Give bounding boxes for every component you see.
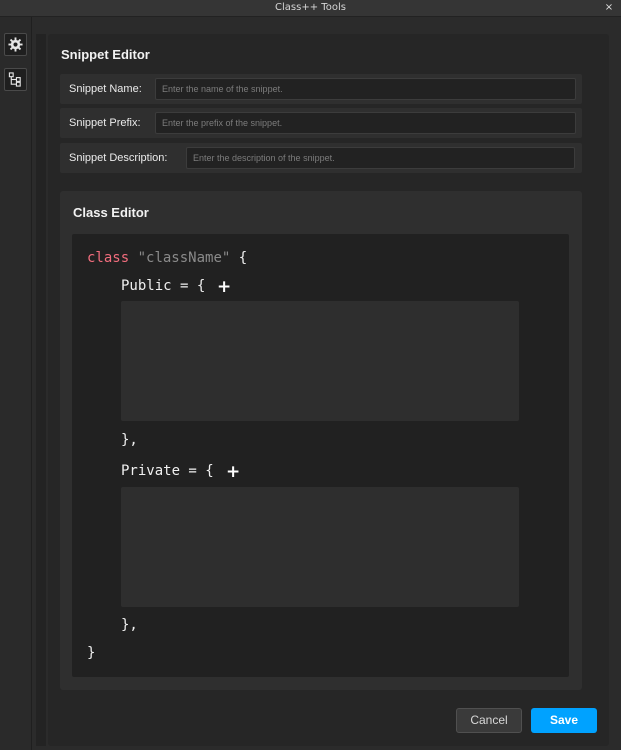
class-name-field[interactable]: "className" (138, 250, 231, 266)
snippet-description-row: Snippet Description: Enter the descripti… (60, 143, 582, 173)
snippet-name-row: Snippet Name: Enter the name of the snip… (60, 74, 582, 104)
snippet-prefix-input[interactable]: Enter the prefix of the snippet. (155, 112, 576, 134)
settings-button[interactable] (4, 33, 27, 56)
class-tree-button[interactable] (4, 68, 27, 91)
class-close-brace: } (87, 645, 96, 661)
add-private-member-button[interactable]: + (226, 464, 240, 481)
cancel-button[interactable]: Cancel (456, 708, 522, 733)
private-close-brace: }, (121, 617, 138, 633)
window-title: Class++ Tools (275, 2, 346, 13)
private-members-list (121, 487, 519, 607)
snippet-editor-heading: Snippet Editor (61, 47, 150, 62)
public-close-brace: }, (121, 432, 138, 448)
panel-divider (36, 34, 46, 746)
public-members-list (121, 301, 519, 421)
add-public-member-button[interactable]: + (217, 279, 231, 296)
snippet-name-label: Snippet Name: (69, 83, 142, 95)
snippet-description-label: Snippet Description: (69, 152, 168, 164)
save-button[interactable]: Save (531, 708, 597, 733)
gear-icon (8, 37, 23, 52)
public-label: Public = { (121, 278, 206, 294)
title-bar: Class++ Tools × (0, 0, 621, 17)
snippet-prefix-label: Snippet Prefix: (69, 117, 141, 129)
snippet-name-input[interactable]: Enter the name of the snippet. (155, 78, 576, 100)
snippet-prefix-row: Snippet Prefix: Enter the prefix of the … (60, 108, 582, 138)
class-keyword: class (87, 250, 130, 266)
private-label: Private = { (121, 463, 214, 479)
class-declaration-line: class "className" { (87, 250, 247, 266)
class-open-brace: { (238, 250, 248, 266)
close-icon[interactable]: × (603, 0, 615, 16)
sidebar (0, 17, 32, 750)
snippet-description-input[interactable]: Enter the description of the snippet. (186, 147, 575, 169)
hierarchy-icon (8, 72, 21, 87)
class-editor-heading: Class Editor (73, 205, 149, 220)
